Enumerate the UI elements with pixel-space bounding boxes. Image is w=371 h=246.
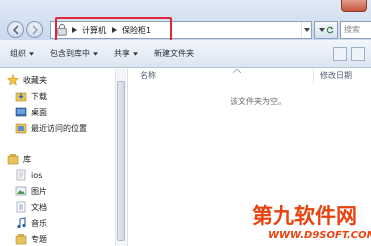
view-options-icon[interactable] <box>333 47 347 61</box>
documents-icon <box>15 201 27 213</box>
chevron-down-icon <box>133 51 138 56</box>
pictures-icon <box>15 185 27 197</box>
breadcrumb-separator-icon[interactable] <box>109 27 119 33</box>
chevron-down-icon <box>303 28 310 32</box>
libraries-icon <box>7 153 19 165</box>
nav-favorites-label: 收藏夹 <box>23 75 47 85</box>
breadcrumb-computer[interactable]: 计算机 <box>79 25 109 36</box>
star-icon <box>7 74 19 86</box>
nav-item-label: 桌面 <box>31 107 47 117</box>
watermark-url-text: WWW.D9SOFT.COM <box>268 230 371 241</box>
new-folder-button[interactable]: 新建文件夹 <box>154 48 194 59</box>
navigation-pane: 收藏夹 下载 桌面 最近访问的位置 库 ios 图片 文档 音乐 专题 <box>0 69 128 246</box>
nav-item-recent-places[interactable]: 最近访问的位置 <box>15 121 87 135</box>
nav-libraries-header[interactable]: 库 <box>7 152 31 166</box>
search-input[interactable]: 搜索 <box>340 21 371 39</box>
nav-libraries-label: 库 <box>23 154 31 164</box>
nav-item-label: 专题 <box>31 234 47 244</box>
scrollbar-thumb[interactable] <box>117 81 125 241</box>
forward-button[interactable] <box>26 21 43 38</box>
nav-favorites-header[interactable]: 收藏夹 <box>7 73 47 87</box>
include-in-library-button[interactable]: 包含到库中 <box>50 48 98 59</box>
breadcrumb-separator-icon[interactable] <box>69 27 79 33</box>
nav-item-topics[interactable]: 专题 <box>15 232 47 246</box>
share-button[interactable]: 共享 <box>114 48 138 59</box>
nav-item-desktop[interactable]: 桌面 <box>15 105 47 119</box>
vault-icon <box>55 23 69 37</box>
nav-item-pictures[interactable]: 图片 <box>15 184 47 198</box>
nav-item-label: 文档 <box>31 202 47 212</box>
breadcrumb-vault[interactable]: 保险柜1 <box>119 25 154 36</box>
forward-arrow-icon <box>31 24 38 35</box>
address-dropdown-button[interactable] <box>301 22 311 38</box>
organize-button[interactable]: 组织 <box>10 48 34 59</box>
site-watermark: 第九软件网 WWW.D9SOFT.COM <box>252 200 371 246</box>
nav-item-label: 图片 <box>31 186 47 196</box>
back-button[interactable] <box>7 21 24 38</box>
column-header-date-modified[interactable]: 修改日期 <box>320 70 352 82</box>
music-icon <box>15 217 27 229</box>
desktop-icon <box>15 106 27 118</box>
include-in-library-label: 包含到库中 <box>50 49 90 58</box>
refresh-button[interactable] <box>314 21 338 39</box>
title-bar: 计算机 保险柜1 搜索 <box>0 0 371 44</box>
nav-item-downloads[interactable]: 下载 <box>15 89 47 103</box>
sort-arrow-icon <box>233 69 241 73</box>
library-folder-icon <box>15 169 27 181</box>
chevron-down-icon <box>93 51 98 56</box>
nav-item-label: 最近访问的位置 <box>31 123 87 133</box>
nav-item-label: 音乐 <box>31 218 47 228</box>
share-label: 共享 <box>114 49 130 58</box>
preview-pane-icon[interactable] <box>351 47 365 61</box>
recent-places-icon <box>15 122 27 134</box>
navigation-scrollbar[interactable] <box>115 69 126 246</box>
address-bar[interactable]: 计算机 保险柜1 <box>50 21 312 39</box>
command-bar: 组织 包含到库中 共享 新建文件夹 <box>0 40 371 68</box>
downloads-folder-icon <box>15 90 27 102</box>
nav-item-label: ios <box>31 170 43 180</box>
new-folder-label: 新建文件夹 <box>154 49 194 58</box>
column-header-name[interactable]: 名称 <box>140 70 156 82</box>
nav-item-ios[interactable]: ios <box>15 168 42 182</box>
back-arrow-icon <box>12 24 19 35</box>
organize-label: 组织 <box>10 49 26 58</box>
empty-folder-message: 该文件夹为空。 <box>230 97 286 106</box>
chevron-down-icon <box>29 51 34 56</box>
topics-folder-icon <box>15 233 27 245</box>
watermark-main-text: 第九软件网 <box>252 204 357 228</box>
close-button[interactable] <box>341 0 367 12</box>
nav-item-music[interactable]: 音乐 <box>15 216 47 230</box>
nav-item-documents[interactable]: 文档 <box>15 200 47 214</box>
chevron-down-icon <box>318 28 325 32</box>
column-divider[interactable] <box>313 69 314 83</box>
refresh-icon <box>326 26 333 34</box>
nav-item-label: 下载 <box>31 91 47 101</box>
